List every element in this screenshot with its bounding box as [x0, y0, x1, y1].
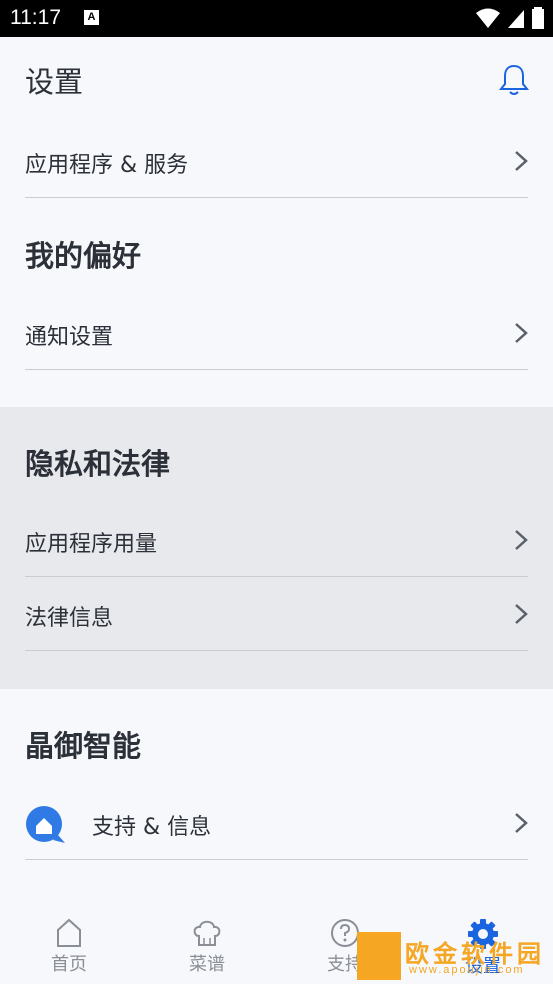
legal-info-label: 法律信息	[25, 606, 114, 631]
battery-icon	[532, 7, 544, 29]
app-usage-row[interactable]: 应用程序用量	[25, 504, 528, 577]
support-info-label: 支持 & 信息	[92, 815, 212, 840]
home-icon	[57, 918, 81, 947]
help-icon	[331, 919, 359, 947]
legal-info-row[interactable]: 法律信息	[25, 578, 528, 651]
signal-icon	[507, 10, 524, 28]
chef-hat-icon	[193, 920, 221, 946]
nav-home-label: 首页	[51, 954, 87, 975]
section-title-privacy: 隐私和法律	[25, 447, 171, 481]
nav-recipes-label: 菜谱	[189, 954, 225, 975]
chevron-right-icon	[515, 323, 528, 343]
status-bar: 11:17 A	[0, 0, 553, 37]
chevron-right-icon	[515, 151, 528, 171]
section-title-brand: 晶御智能	[25, 729, 142, 763]
apps-services-label: 应用程序 & 服务	[25, 153, 189, 178]
notification-settings-label: 通知设置	[25, 325, 114, 350]
watermark-url: www.apoujin.com	[409, 964, 525, 976]
brand-logo-icon	[26, 806, 65, 843]
nav-home[interactable]: 首页	[24, 910, 114, 984]
support-info-row[interactable]: 支持 & 信息	[25, 787, 528, 860]
app-usage-label: 应用程序用量	[25, 532, 158, 557]
settings-screen: 设置 应用程序 & 服务 我的偏好 通知设置 隐私和法律 应用程序用量 法律信息…	[0, 37, 553, 984]
privacy-legal-section: 隐私和法律 应用程序用量 法律信息	[0, 407, 553, 689]
watermark-logo-icon	[357, 932, 401, 980]
chevron-right-icon	[515, 604, 528, 624]
apps-services-row[interactable]: 应用程序 & 服务	[25, 125, 528, 198]
notification-a-icon: A	[84, 10, 99, 25]
page-title: 设置	[25, 65, 84, 99]
chevron-right-icon	[515, 813, 528, 833]
wifi-icon	[475, 8, 500, 28]
chevron-right-icon	[515, 530, 528, 550]
bell-icon[interactable]	[497, 63, 531, 97]
notification-settings-row[interactable]: 通知设置	[25, 297, 528, 370]
section-title-preferences: 我的偏好	[25, 239, 142, 273]
watermark: 欧金软件园 www.apoujin.com	[357, 932, 547, 980]
status-icons	[475, 6, 545, 30]
nav-recipes[interactable]: 菜谱	[162, 910, 252, 984]
status-time: 11:17	[10, 6, 61, 29]
